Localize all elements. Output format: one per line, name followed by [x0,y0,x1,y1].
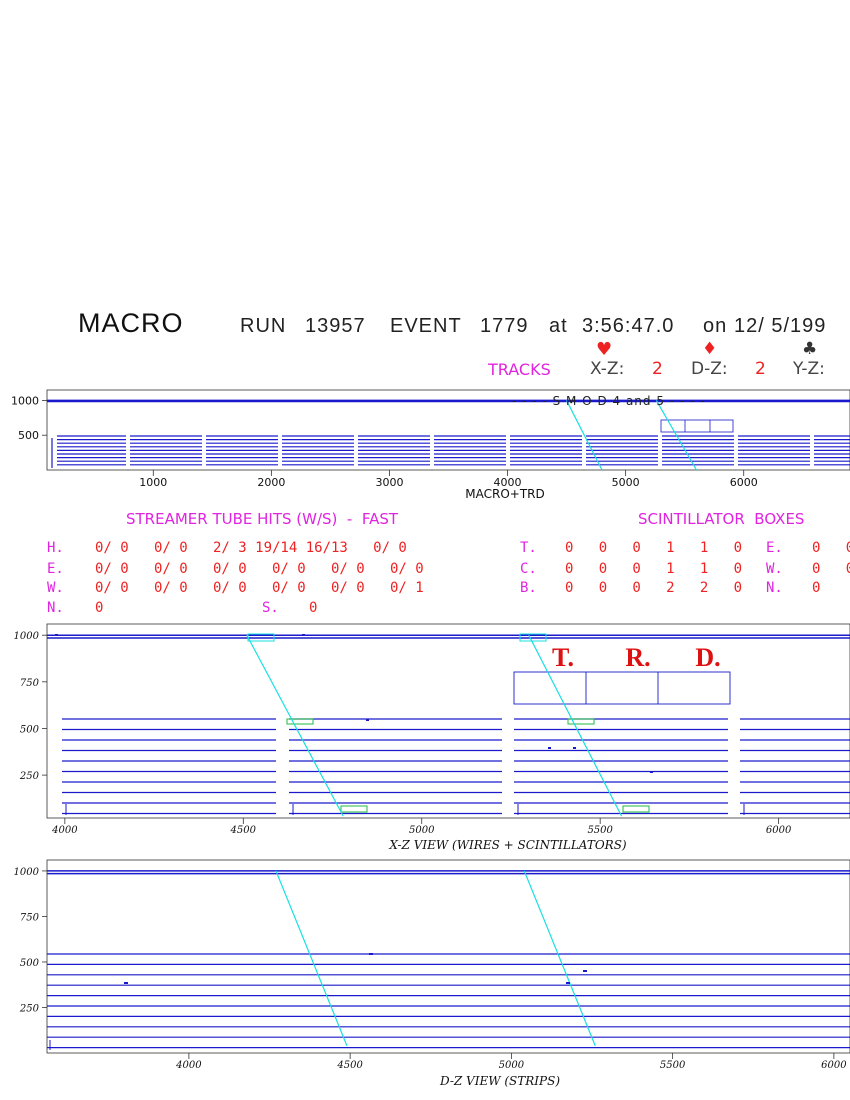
y-tick-label: 250 [19,771,40,782]
x-tick-label: 4000 [175,1060,202,1071]
hit-dot [566,982,570,984]
trd-box [660,419,734,433]
y-tick-label: 500 [20,724,40,735]
event-display-charts: 1000 2000 3000 4000 5000 6000 500 1000 - - - - S… [11,389,850,1088]
plot-frame-2 [46,859,850,1054]
scintillator-box [622,805,650,813]
x-tick-label: 5500 [587,825,613,836]
x-axis-label: D-Z VIEW (STRIPS) [439,1074,560,1088]
scintillator-box [340,805,368,813]
x-tick-label: 4000 [51,825,78,836]
hit-dot [573,747,576,749]
y-tick-label: 750 [20,912,40,923]
track-line-1 [528,634,623,817]
track-line-0 [275,870,348,1046]
track-line-1 [523,870,596,1046]
trd-label: R. [625,643,650,672]
hit-dot [124,982,128,984]
y-tick-label: 500 [18,429,39,442]
plot-frame-1 [46,623,850,819]
track-line-0 [246,634,344,817]
track-line-0 [566,400,603,471]
trd-label: T. [552,643,574,672]
y-tick-label: 1000 [14,867,40,878]
hit-dot [302,634,305,636]
x-tick-label: 4500 [336,1060,363,1071]
x-tick-label: 6000 [766,825,792,836]
x-tick-label: 6000 [730,476,758,489]
x-axis-label: MACRO+TRD [465,487,544,501]
track-line-1 [655,400,698,471]
hit-dot [366,719,369,721]
x-tick-label: 5000 [409,825,435,836]
hit-dot [548,747,551,749]
y-tick-label: 500 [20,958,40,969]
scintillator-box [286,718,314,725]
trd-label: D. [695,643,720,672]
smod-label: - - - - S M O D 4 and 5 - - - - [512,394,706,408]
x-tick-label: 2000 [257,476,285,489]
x-tick-label: 5000 [499,1060,525,1071]
trd-box [513,671,731,705]
y-tick-label: 1000 [11,394,39,407]
y-tick-label: 750 [20,678,40,689]
x-tick-label: 5500 [660,1060,686,1071]
x-axis-label: X-Z VIEW (WIRES + SCINTILLATORS) [388,838,627,852]
y-tick-label: 250 [19,1003,40,1014]
x-tick-label: 1000 [139,476,167,489]
x-tick-label: 5000 [612,476,640,489]
x-tick-label: 6000 [821,1060,847,1071]
y-tick-label: 1000 [14,631,40,642]
x-tick-label: 4500 [230,825,257,836]
hit-dot [369,953,373,955]
hit-dot [583,970,587,972]
x-tick-label: 3000 [375,476,403,489]
hit-dot [55,634,58,636]
hit-dot [650,771,653,773]
